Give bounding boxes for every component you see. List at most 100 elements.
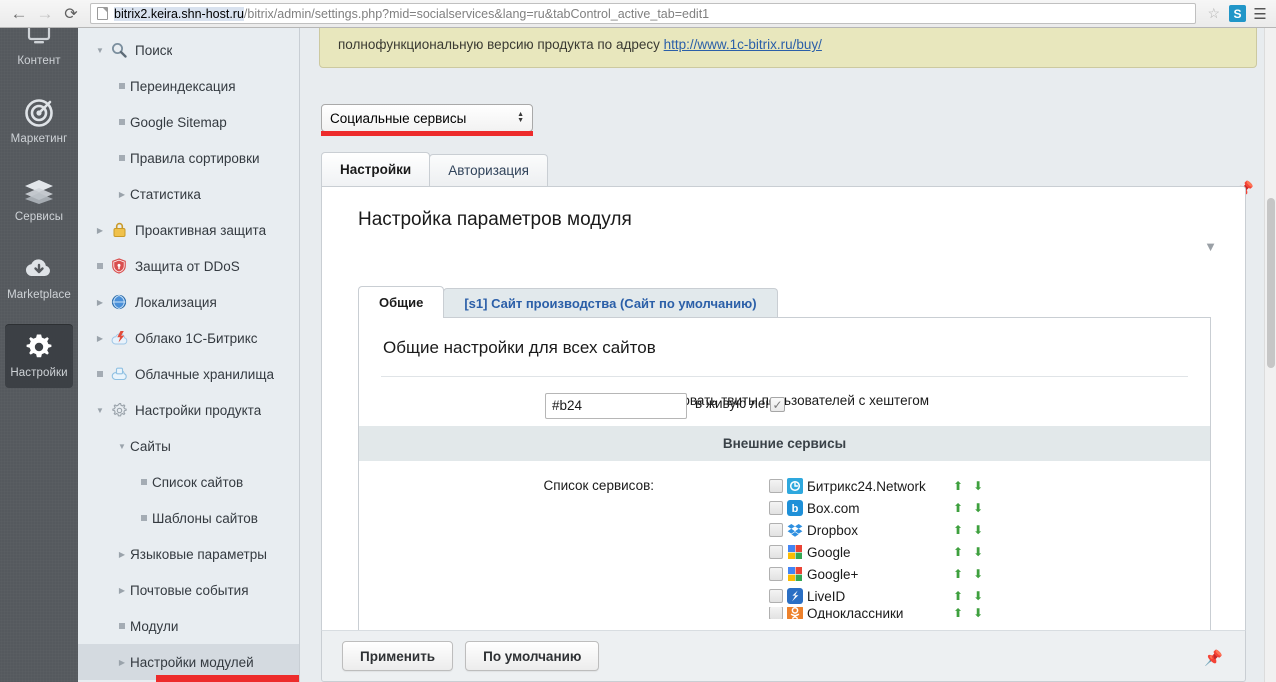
list-item[interactable]: Битрикс24.Network ⬆ ⬇ <box>769 475 983 497</box>
rail-item-marketing[interactable]: Маркетинг <box>0 90 78 154</box>
tree-item-yazykovye-parametry[interactable]: Языковые параметры <box>78 536 299 572</box>
service-name: Одноклассники <box>807 607 904 619</box>
arrow-down-icon[interactable]: ⬇ <box>973 589 983 603</box>
tree-item-nastroyki-produkta[interactable]: Настройки продукта <box>78 392 299 428</box>
chevron-right-icon[interactable] <box>114 550 130 559</box>
tree-item-label: Модули <box>130 618 179 634</box>
rail-item-services[interactable]: Сервисы <box>0 168 78 232</box>
arrow-down-icon[interactable]: ⬇ <box>973 501 983 515</box>
service-checkbox[interactable] <box>769 501 783 515</box>
reload-icon[interactable]: ⟳ <box>58 1 84 27</box>
service-checkbox[interactable] <box>769 545 783 559</box>
chevron-down-icon[interactable] <box>114 442 130 451</box>
chevron-right-icon[interactable] <box>92 334 108 343</box>
arrow-up-icon[interactable]: ⬆ <box>953 523 963 537</box>
arrow-down-icon[interactable]: ⬇ <box>973 567 983 581</box>
hamburger-menu-icon[interactable]: ☰ <box>1250 5 1270 23</box>
tree-item-pochtovye-sobytiya[interactable]: Почтовые события <box>78 572 299 608</box>
tree-item-oblako-1c-bitrix[interactable]: Облако 1С-Битрикс <box>78 320 299 356</box>
chevron-right-icon[interactable] <box>114 586 130 595</box>
tab-nastroyki[interactable]: Настройки <box>321 152 431 186</box>
extension-button[interactable]: S <box>1229 5 1246 22</box>
arrow-up-icon[interactable]: ⬆ <box>953 567 963 581</box>
chevron-right-icon[interactable] <box>92 298 108 307</box>
chevron-right-icon[interactable] <box>92 226 108 235</box>
rail-item-content[interactable]: Контент <box>0 28 78 76</box>
spinner-up-down-icon[interactable]: ▲ ▼ <box>517 111 524 124</box>
service-checkbox[interactable] <box>769 607 783 619</box>
list-item[interactable]: Одноклассники ⬆ ⬇ <box>769 606 983 620</box>
demo-notice-banner: полнофункциональную версию продукта по а… <box>319 28 1257 68</box>
module-select-value: Социальные сервисы <box>330 110 467 126</box>
service-name: Dropbox <box>807 522 859 538</box>
url-host: bitrix2.keira.shn-host.ru <box>114 6 244 21</box>
service-reorder-controls: ⬆ ⬇ <box>953 501 983 515</box>
arrow-up-icon[interactable]: ⬆ <box>953 479 963 493</box>
settings-gear-icon <box>22 330 56 364</box>
page-scrollbar[interactable] <box>1264 28 1276 682</box>
tab-site-s1[interactable]: [s1] Сайт производства (Сайт по умолчани… <box>443 288 778 318</box>
service-checkbox[interactable] <box>769 523 783 537</box>
module-select-highlight <box>321 131 533 136</box>
tree-item-sayty[interactable]: Сайты <box>78 428 299 464</box>
list-item[interactable]: Google+ ⬆ ⬇ <box>769 563 983 585</box>
bitrix24-network-icon <box>787 478 803 494</box>
tree-item-poisk[interactable]: Поиск <box>78 32 299 68</box>
service-reorder-controls: ⬆ ⬇ <box>953 523 983 537</box>
rail-item-settings[interactable]: Настройки <box>5 324 73 388</box>
hashtag-input[interactable]: #b24 <box>545 393 687 419</box>
tree-item-label: Почтовые события <box>130 582 249 598</box>
bullet-icon <box>114 623 130 629</box>
tree-item-spisok-saytov[interactable]: Список сайтов <box>78 464 299 500</box>
chevron-down-icon[interactable] <box>92 46 108 55</box>
service-checkbox[interactable] <box>769 567 783 581</box>
chevron-right-icon[interactable] <box>114 658 130 667</box>
list-item[interactable]: Dropbox ⬆ ⬇ <box>769 519 983 541</box>
tree-item-zashchita-ot-ddos[interactable]: Защита от DDoS <box>78 248 299 284</box>
settings-tree-sidebar[interactable]: Поиск Переиндексация Google Sitemap Прав… <box>78 28 300 682</box>
service-checkbox[interactable] <box>769 479 783 493</box>
arrow-up-icon[interactable]: ⬆ <box>953 501 963 515</box>
tree-item-lokalizaciya[interactable]: Локализация <box>78 284 299 320</box>
forward-arrow-icon[interactable]: → <box>32 1 58 27</box>
tree-item-pereindeksaciya[interactable]: Переиндексация <box>78 68 299 104</box>
arrow-down-icon[interactable]: ⬇ <box>973 479 983 493</box>
tree-item-label: Настройки продукта <box>135 402 262 418</box>
chevron-down-icon[interactable] <box>92 406 108 415</box>
scrollbar-thumb[interactable] <box>1267 198 1275 368</box>
module-select[interactable]: Социальные сервисы ▲ ▼ <box>321 104 533 132</box>
pin-icon[interactable]: 📌 <box>1204 649 1223 667</box>
tab-obshchie[interactable]: Общие <box>358 286 445 318</box>
tree-item-proaktivnaya-zashchita[interactable]: Проактивная защита <box>78 212 299 248</box>
rail-item-label: Сервисы <box>14 211 64 223</box>
section-title: Общие настройки для всех сайтов <box>383 338 656 357</box>
tree-item-google-sitemap[interactable]: Google Sitemap <box>78 104 299 140</box>
notice-link[interactable]: http://www.1c-bitrix.ru/buy/ <box>664 37 822 52</box>
svg-text:b: b <box>792 503 799 515</box>
tree-item-label: Статистика <box>130 186 201 202</box>
bookmark-star-icon[interactable]: ☆ <box>1202 5 1225 22</box>
arrow-up-icon[interactable]: ⬆ <box>953 545 963 559</box>
rail-item-marketplace[interactable]: Marketplace <box>0 246 78 310</box>
list-item[interactable]: b Box.com ⬆ ⬇ <box>769 497 983 519</box>
chevron-right-icon[interactable] <box>114 190 130 199</box>
apply-button[interactable]: Применить <box>342 641 454 671</box>
back-arrow-icon[interactable]: ← <box>6 1 32 27</box>
arrow-down-icon[interactable]: ⬇ <box>973 545 983 559</box>
tree-item-oblachnye-khranilishcha[interactable]: Облачные хранилища <box>78 356 299 392</box>
tree-item-moduli[interactable]: Модули <box>78 608 299 644</box>
tree-item-statistika[interactable]: Статистика <box>78 176 299 212</box>
service-checkbox[interactable] <box>769 589 783 603</box>
google-plus-icon <box>787 566 803 582</box>
triangle-down-collapse-icon[interactable]: ▼ <box>1204 239 1217 254</box>
arrow-down-icon[interactable]: ⬇ <box>973 523 983 537</box>
list-item[interactable]: Google ⬆ ⬇ <box>769 541 983 563</box>
tab-avtorizaciya[interactable]: Авторизация <box>429 154 548 186</box>
address-bar[interactable]: bitrix2.keira.shn-host.ru/bitrix/admin/s… <box>90 3 1197 24</box>
defaults-button[interactable]: По умолчанию <box>465 641 600 671</box>
tree-item-shablony-saytov[interactable]: Шаблоны сайтов <box>78 500 299 536</box>
tree-item-pravila-sortirovki[interactable]: Правила сортировки <box>78 140 299 176</box>
live-feed-checkbox[interactable]: ✓ <box>770 397 785 412</box>
list-item[interactable]: LiveID ⬆ ⬇ <box>769 585 983 607</box>
arrow-up-icon[interactable]: ⬆ <box>953 589 963 603</box>
